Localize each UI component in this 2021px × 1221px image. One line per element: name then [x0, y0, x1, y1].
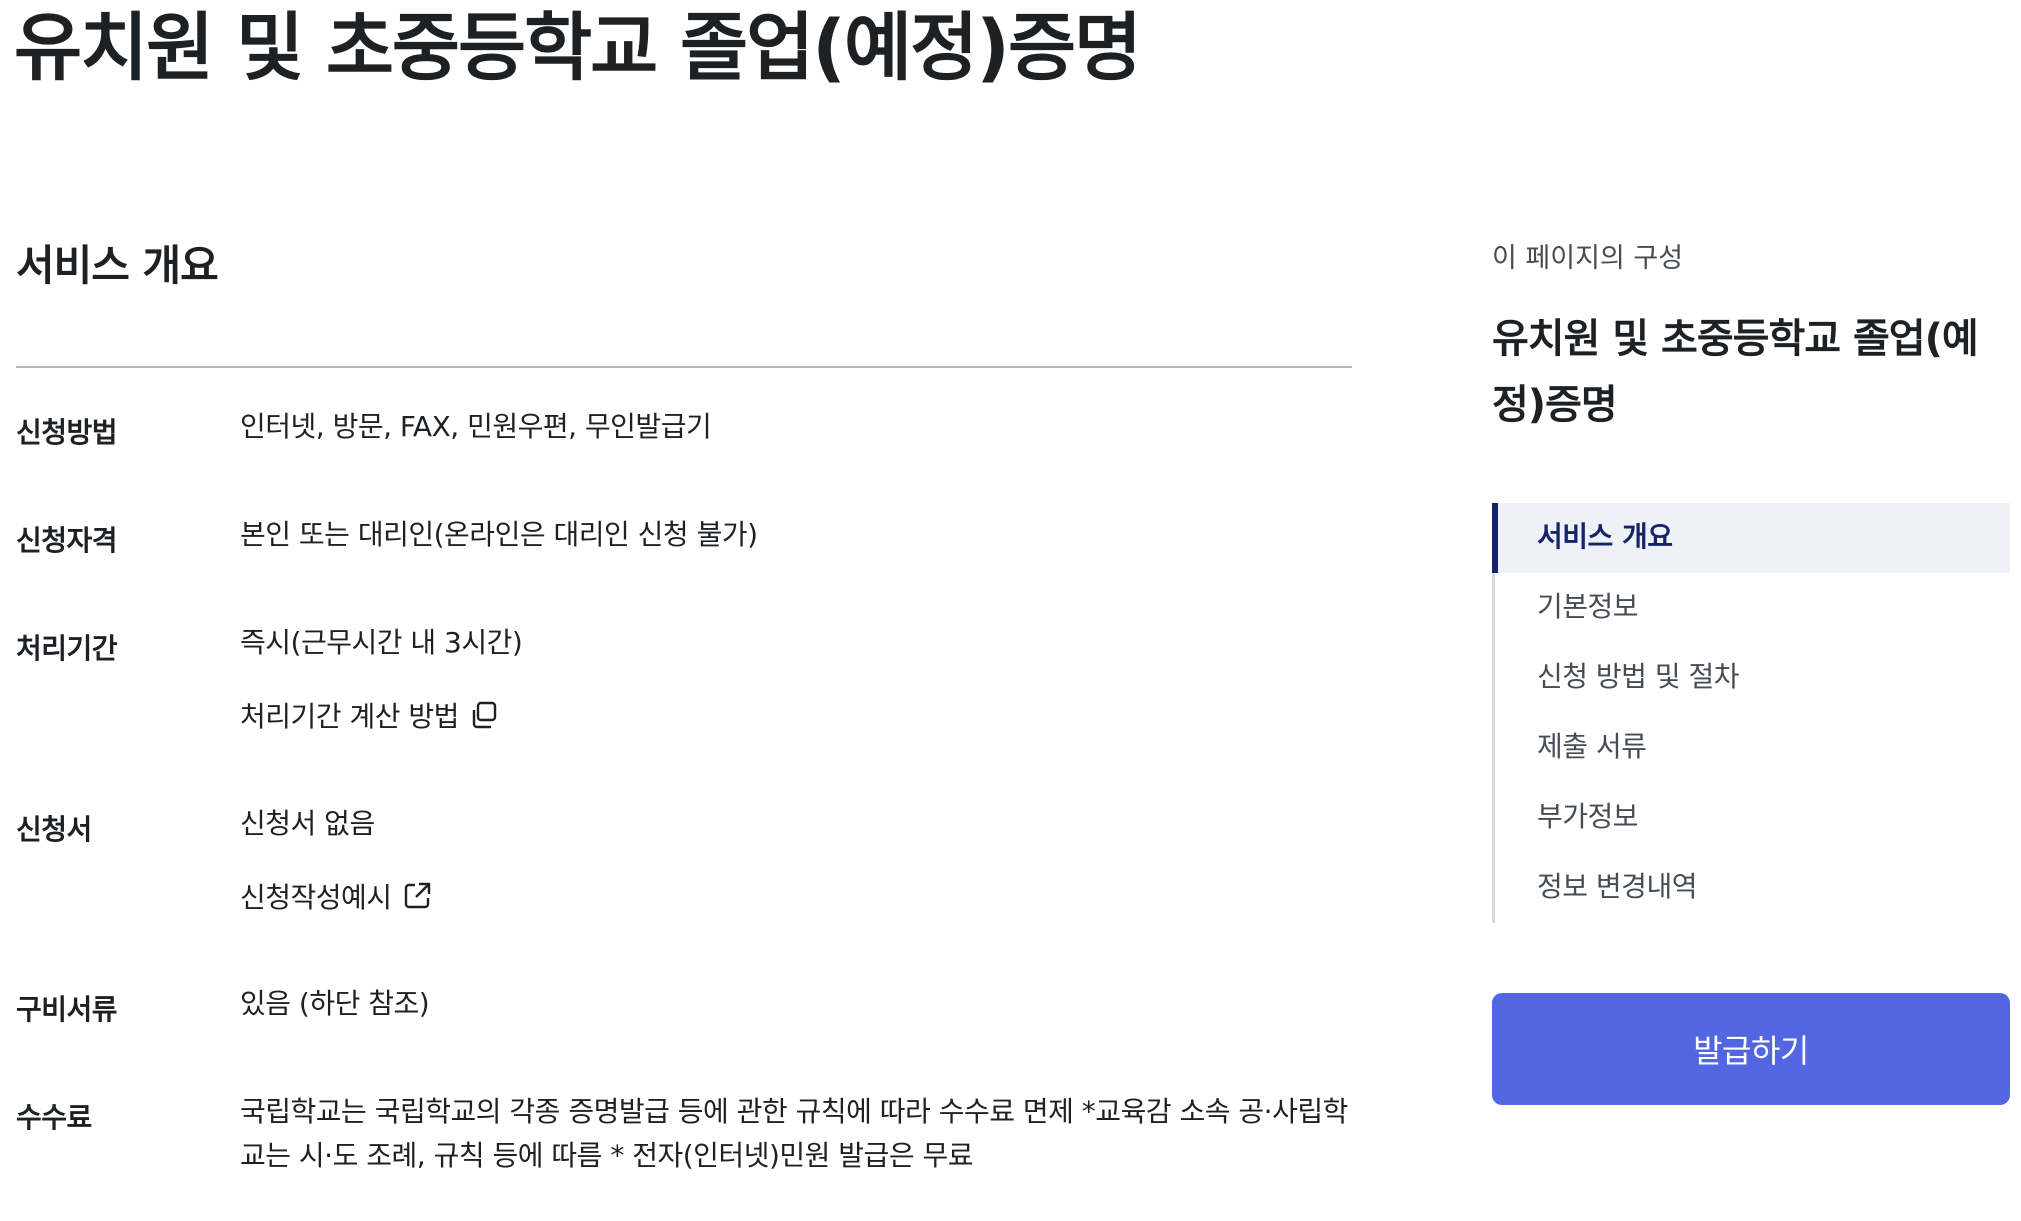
- info-label: 신청서: [16, 813, 92, 846]
- info-label: 구비서류: [16, 993, 118, 1026]
- info-label: 수수료: [16, 1101, 92, 1134]
- application-example-link[interactable]: 신청작성예시: [240, 876, 432, 916]
- info-label: 신청방법: [16, 416, 118, 449]
- toc-item-documents[interactable]: 제출 서류: [1495, 713, 2010, 783]
- page: 유치원 및 초중등학교 졸업(예정)증명 서비스 개요 신청방법 인터넷, 방문…: [0, 0, 2021, 1221]
- toc-title: 유치원 및 초중등학교 졸업(예정)증명: [1492, 316, 1979, 428]
- link-label: 신청작성예시: [240, 881, 392, 914]
- copy-window-icon: [472, 701, 497, 729]
- processing-time-calc-link[interactable]: 처리기간 계산 방법: [240, 695, 499, 735]
- toc-item-additional-info[interactable]: 부가정보: [1495, 783, 2010, 853]
- info-label: 처리기간: [16, 632, 118, 665]
- section-divider: [16, 366, 1352, 368]
- page-title: 유치원 및 초중등학교 졸업(예정)증명: [14, 5, 1142, 91]
- info-label: 신청자격: [16, 524, 118, 557]
- section-title-overview: 서비스 개요: [16, 241, 219, 290]
- external-link-icon: [404, 882, 430, 909]
- info-value: 인터넷, 방문, FAX, 민원우편, 무인발급기: [240, 410, 712, 443]
- info-value: 즉시(근무시간 내 3시간): [240, 626, 523, 659]
- info-value: 있음 (하단 참조): [240, 987, 430, 1020]
- issue-button[interactable]: 발급하기: [1492, 993, 2010, 1105]
- toc-item-service-overview[interactable]: 서비스 개요: [1492, 503, 2010, 573]
- info-value: 본인 또는 대리인(온라인은 대리인 신청 불가): [240, 518, 758, 551]
- link-label: 처리기간 계산 방법: [240, 700, 459, 733]
- info-value: 국립학교는 국립학교의 각종 증명발급 등에 관한 규칙에 따라 수수료 면제 …: [240, 1095, 1348, 1172]
- toc-item-basic-info[interactable]: 기본정보: [1495, 573, 2010, 643]
- toc-item-change-history[interactable]: 정보 변경내역: [1495, 853, 2010, 923]
- toc-nav: 서비스 개요 기본정보 신청 방법 및 절차 제출 서류 부가정보 정보 변경내…: [1492, 503, 2010, 923]
- toc-caption: 이 페이지의 구성: [1492, 243, 1684, 274]
- info-value: 신청서 없음: [240, 807, 375, 840]
- toc-item-method-procedure[interactable]: 신청 방법 및 절차: [1495, 643, 2010, 713]
